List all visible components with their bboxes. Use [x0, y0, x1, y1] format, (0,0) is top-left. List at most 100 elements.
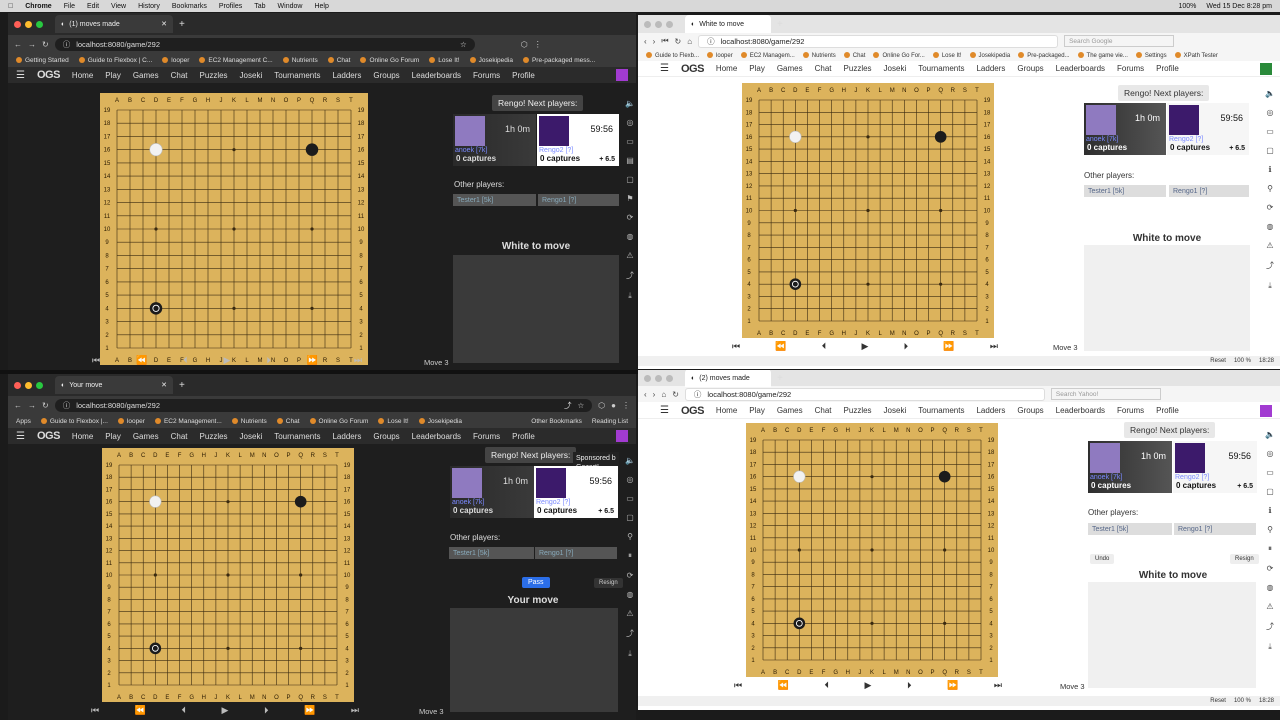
next-move-icon[interactable]: ⏵: [264, 705, 269, 716]
ogs-logo[interactable]: OGS: [681, 405, 704, 417]
nav-ladders[interactable]: Ladders: [332, 71, 361, 80]
white-player-name[interactable]: anoek [7k]: [455, 147, 487, 154]
share-icon[interactable]: ⤴: [1266, 621, 1274, 632]
back-icon[interactable]: ‹: [644, 390, 647, 399]
bookmark-item[interactable]: Lose It!: [429, 57, 459, 64]
forward-10-icon[interactable]: ⏩: [304, 705, 315, 716]
browser-tab[interactable]: ◐ (1) moves made ✕: [55, 15, 173, 33]
bookmark-item[interactable]: Guide to Flexbox |...: [41, 418, 108, 425]
go-board[interactable]: A A 19 19 B B 18 18 C C 17 17 D D 16 16 E E 15 15 F F 14 14 G G 13…: [100, 93, 368, 365]
nav-groups[interactable]: Groups: [373, 432, 399, 441]
other-player-tester1[interactable]: Tester1 [5k]: [1088, 523, 1172, 535]
browser-tab[interactable]: ◐ Your move ✕: [55, 376, 173, 394]
bookmark-item[interactable]: Online Go Forum: [310, 418, 369, 425]
bookmark-item[interactable]: looper: [118, 418, 145, 425]
tree-icon[interactable]: ⚲: [627, 532, 633, 541]
browser-tab[interactable]: ◐ White to move: [685, 15, 771, 33]
clock[interactable]: Wed 15 Dec 8:28 pm: [1206, 3, 1272, 10]
resign-button[interactable]: Resign: [1230, 554, 1259, 564]
reset-zoom[interactable]: Reset: [1210, 698, 1226, 704]
warning-icon[interactable]: ⚠: [1266, 602, 1273, 611]
download-icon[interactable]: ⤓: [1268, 642, 1272, 652]
nav-tournaments[interactable]: Tournaments: [918, 406, 964, 415]
nav-joseki[interactable]: Joseki: [240, 432, 263, 441]
menu-item[interactable]: Edit: [87, 3, 99, 10]
nav-ladders[interactable]: Ladders: [976, 406, 1005, 415]
black-player-avatar[interactable]: [536, 468, 566, 498]
nav-profile[interactable]: Profile: [512, 432, 535, 441]
profile-icon[interactable]: ●: [611, 401, 616, 410]
zoom-window-button[interactable]: [666, 20, 673, 28]
black-player-name[interactable]: Rengo2 [?]: [1175, 474, 1209, 481]
black-player-name[interactable]: Rengo2 [?]: [539, 147, 573, 154]
back-10-icon[interactable]: ⏪: [136, 355, 147, 366]
new-tab-button[interactable]: +: [179, 380, 185, 391]
battery-percent[interactable]: 100%: [1178, 3, 1196, 10]
white-player-avatar[interactable]: [455, 116, 485, 146]
board-grid[interactable]: AA19 19BB18 18CC17 17DD16 16EE15 15FF14 14GG13…: [746, 423, 998, 677]
address-bar[interactable]: ⓘ localhost:8080/game/292: [684, 387, 1045, 401]
menu-item[interactable]: Tab: [254, 3, 265, 10]
menu-item[interactable]: Bookmarks: [172, 3, 207, 10]
resign-button[interactable]: Resign: [594, 578, 623, 588]
first-move-icon[interactable]: ⏮: [734, 680, 742, 691]
reload-icon[interactable]: ↻: [672, 390, 679, 399]
bookmark-item[interactable]: Pre-packaged mess...: [523, 57, 595, 64]
next-move-icon[interactable]: ⏵: [907, 680, 912, 691]
share-icon[interactable]: ⤴: [1266, 260, 1274, 271]
close-window-button[interactable]: [644, 374, 651, 382]
bookmark-item[interactable]: Chat: [844, 52, 866, 59]
go-board[interactable]: A A 19 19 B B 18 18 C C 17 17 D D 16 16 E E 15 15 F F 14 14 G G 13…: [102, 448, 354, 702]
nav-joseki[interactable]: Joseki: [884, 406, 907, 415]
back-icon[interactable]: ‹: [644, 37, 647, 46]
forward-icon[interactable]: ›: [653, 390, 656, 399]
reload-icon[interactable]: ↻: [42, 401, 49, 410]
board-grid[interactable]: AA19 19BB18 18CC17 17DD16 16EE15 15FF14 14GG13…: [100, 93, 368, 365]
white-player-name[interactable]: anoek [7k]: [1086, 136, 1118, 143]
forward-icon[interactable]: ›: [653, 37, 656, 46]
white-player-avatar[interactable]: [1090, 443, 1120, 473]
other-player-rengo1[interactable]: Rengo1 [?]: [1169, 185, 1249, 197]
menu-item[interactable]: History: [138, 3, 160, 10]
nav-games[interactable]: Games: [133, 71, 159, 80]
share-icon[interactable]: ⤴: [626, 270, 634, 281]
nav-play[interactable]: Play: [749, 406, 765, 415]
search-field[interactable]: Search Yahoo!: [1050, 388, 1161, 400]
sound-icon[interactable]: 🔈: [625, 99, 635, 108]
play-icon[interactable]: ▶: [222, 705, 229, 716]
nav-play[interactable]: Play: [105, 71, 121, 80]
black-player-avatar[interactable]: [1175, 443, 1205, 473]
bookmark-item[interactable]: Lose It!: [378, 418, 408, 425]
nav-leaderboards[interactable]: Leaderboards: [412, 432, 461, 441]
close-window-button[interactable]: [14, 381, 21, 389]
bookmark-item[interactable]: Online Go Forum: [360, 57, 419, 64]
nav-home[interactable]: Home: [72, 71, 93, 80]
back-icon[interactable]: ←: [14, 401, 22, 410]
go-board[interactable]: A A 19 19 B B 18 18 C C 17 17 D D 16 16 E E 15 15 F F 14 14 G G 13…: [742, 83, 994, 338]
user-avatar[interactable]: [616, 69, 628, 81]
sync-icon[interactable]: ⟳: [627, 571, 634, 580]
nav-joseki[interactable]: Joseki: [240, 71, 263, 80]
play-icon[interactable]: ▶: [865, 680, 872, 691]
reload-icon[interactable]: ↻: [42, 40, 49, 49]
prev-move-icon[interactable]: ⏴: [824, 680, 829, 691]
bookmark-star-icon[interactable]: ☆: [577, 401, 584, 410]
nav-forums[interactable]: Forums: [473, 432, 500, 441]
first-move-icon[interactable]: ⏮: [92, 355, 100, 366]
black-player-avatar[interactable]: [1169, 105, 1199, 135]
nav-profile[interactable]: Profile: [1156, 64, 1179, 73]
bookmark-item[interactable]: EC2 Management...: [155, 418, 222, 425]
prev-move-icon[interactable]: ⏴: [822, 341, 827, 352]
bookmark-item[interactable]: EC2 Management C...: [199, 57, 272, 64]
nav-puzzles[interactable]: Puzzles: [844, 64, 872, 73]
bookmark-item[interactable]: Nutrients: [232, 418, 267, 425]
screen-icon[interactable]: ▢: [1266, 146, 1274, 155]
reset-zoom[interactable]: Reset: [1210, 358, 1226, 364]
play-icon[interactable]: ▶: [224, 355, 231, 366]
info-icon[interactable]: ℹ: [1268, 506, 1271, 515]
grid-icon[interactable]: ▤: [626, 156, 634, 165]
hamburger-icon[interactable]: ☰: [16, 70, 25, 81]
screen-icon[interactable]: ▢: [1266, 487, 1274, 496]
pass-button[interactable]: Pass: [522, 577, 550, 588]
nav-leaderboards[interactable]: Leaderboards: [1056, 406, 1105, 415]
